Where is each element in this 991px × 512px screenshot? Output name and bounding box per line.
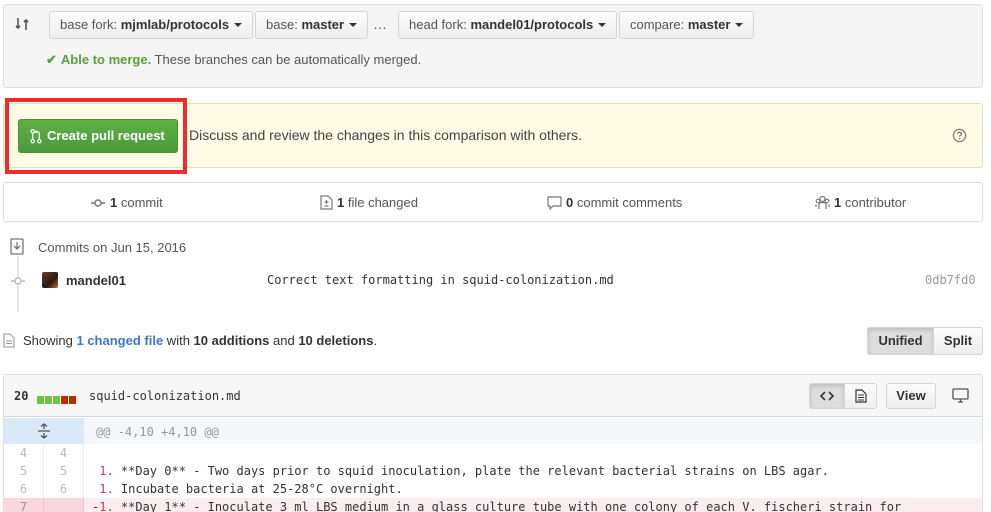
merge-status: ✔ Able to merge. These branches can be au… <box>46 52 421 68</box>
head-fork-select[interactable]: head fork: mandel01/protocols <box>398 11 618 39</box>
chevron-down-icon <box>598 23 607 27</box>
additions-count: 10 additions <box>193 333 270 348</box>
line-code: -1. **Day 1** - Inoculate 3 ml LBS mediu… <box>92 498 901 512</box>
new-line-number[interactable]: 5 <box>44 462 84 480</box>
stat-contributors[interactable]: 1 contributor <box>815 195 906 210</box>
files-label: file changed <box>344 195 418 210</box>
list-number: 1. <box>99 500 114 512</box>
old-line-number[interactable]: 5 <box>4 462 44 480</box>
diffstat-block <box>53 396 60 404</box>
commit-icon <box>91 199 105 207</box>
summary-period: . <box>373 333 378 348</box>
unfold-icon <box>38 423 50 439</box>
file-header: 20 squid-colonization.md View <box>4 375 982 417</box>
organization-icon <box>815 195 830 209</box>
diffstat-block <box>61 396 68 404</box>
changed-files-link[interactable]: 1 changed file <box>76 333 163 348</box>
rich-diff-button[interactable] <box>844 383 877 409</box>
head-fork-label: head fork: <box>409 17 467 32</box>
desktop-icon[interactable] <box>952 388 969 403</box>
summary-showing: Showing <box>23 333 77 348</box>
head-fork-value: mandel01/protocols <box>470 17 594 32</box>
diff-line-deleted: 7 -1. **Day 1** - Inoculate 3 ml LBS med… <box>4 498 982 512</box>
base-fork-label: base fork: <box>60 17 118 32</box>
compare-branch-select[interactable]: compare: master <box>619 11 755 39</box>
contributors-label: contributor <box>841 195 907 210</box>
line-code: 1. Incubate bacteria at 25-28°C overnigh… <box>92 480 403 498</box>
file-icon <box>3 333 15 348</box>
git-commit-group-icon <box>8 238 26 256</box>
base-branch-select[interactable]: base: master <box>255 11 369 39</box>
base-fork-value: mjmlab/protocols <box>120 17 230 32</box>
diff-summary: Showing 1 changed file with 10 additions… <box>23 333 377 348</box>
diffstat-block <box>69 396 76 404</box>
hunk-header-text: @@ -4,10 +4,10 @@ <box>96 425 219 439</box>
summary-and: and <box>269 333 299 348</box>
merge-status-label: Able to merge. <box>60 52 152 67</box>
chevron-down-icon <box>234 23 243 27</box>
highlight-frame <box>5 98 187 174</box>
chevron-down-icon <box>349 23 358 27</box>
old-line-number[interactable]: 7 <box>4 498 44 512</box>
line-text: **Day 0** - Two days prior to squid inoc… <box>113 464 829 478</box>
comment-icon <box>547 196 562 210</box>
commit-sha[interactable]: 0db7fd0 <box>925 273 976 287</box>
new-line-number[interactable] <box>44 498 84 512</box>
diffstat-block <box>37 396 44 404</box>
diffstat-blocks <box>37 392 77 407</box>
chevron-down-icon <box>735 23 744 27</box>
line-code: 1. **Day 0** - Two days prior to squid i… <box>92 462 829 480</box>
line-text: **Day 1** - Inoculate 3 ml LBS medium in… <box>113 500 902 512</box>
summary-with: with <box>163 333 194 348</box>
expand-lines-button[interactable] <box>4 418 84 444</box>
old-line-number[interactable]: 4 <box>4 444 44 462</box>
unified-view-button[interactable]: Unified <box>867 327 934 355</box>
list-number: 1. <box>99 482 114 496</box>
line-prefix <box>92 446 99 460</box>
file-name[interactable]: squid-colonization.md <box>89 389 241 403</box>
old-line-number[interactable]: 6 <box>4 480 44 498</box>
file-diff-icon <box>320 195 333 210</box>
line-code <box>92 444 99 462</box>
merge-status-detail: These branches can be automatically merg… <box>151 52 422 67</box>
list-number: 1. <box>99 464 114 478</box>
base-branch-value: master <box>301 17 345 32</box>
file-diff: 20 squid-colonization.md View @@ -4,10 +… <box>3 374 983 512</box>
deletions-count: 10 deletions <box>298 333 374 348</box>
stat-commits[interactable]: 1 commit <box>90 195 163 210</box>
compare-branch-label: compare: <box>630 17 685 32</box>
commit-node-icon <box>11 277 25 285</box>
compare-range-icon <box>15 18 29 30</box>
split-view-button[interactable]: Split <box>933 327 983 355</box>
new-line-number[interactable]: 6 <box>44 480 84 498</box>
base-branch-label: base: <box>266 17 298 32</box>
diff-line: 44 <box>4 444 982 462</box>
hunk-header: @@ -4,10 +4,10 @@ <box>4 418 982 444</box>
check-icon: ✔ <box>46 52 57 67</box>
view-file-button[interactable]: View <box>886 383 936 409</box>
compare-ellipsis: … <box>373 16 388 32</box>
stat-files-changed[interactable]: 1 file changed <box>320 195 418 210</box>
help-icon[interactable] <box>952 128 967 143</box>
compare-branch-value: master <box>687 17 731 32</box>
file-change-count: 20 <box>14 389 29 403</box>
line-text: Incubate bacteria at 25-28°C overnight. <box>113 482 403 496</box>
source-view-button[interactable] <box>809 383 845 409</box>
stat-commit-comments[interactable]: 0 commit comments <box>547 195 682 210</box>
base-fork-select[interactable]: base fork: mjmlab/protocols <box>49 11 254 39</box>
file-text-icon <box>854 389 867 403</box>
code-icon <box>820 391 834 401</box>
new-line-number[interactable]: 4 <box>44 444 84 462</box>
comments-label: commit comments <box>573 195 683 210</box>
commits-date-heading: Commits on Jun 15, 2016 <box>38 240 187 255</box>
avatar[interactable] <box>42 272 58 288</box>
commits-label: commit <box>117 195 163 210</box>
diff-line: 66 1. Incubate bacteria at 25-28°C overn… <box>4 480 982 498</box>
commit-author[interactable]: mandel01 <box>66 273 126 288</box>
create-pr-description: Discuss and review the changes in this c… <box>189 127 582 143</box>
commit-message[interactable]: Correct text formatting in squid-coloniz… <box>267 273 614 287</box>
diff-line: 55 1. **Day 0** - Two days prior to squi… <box>4 462 982 480</box>
diffstat-block <box>45 396 52 404</box>
